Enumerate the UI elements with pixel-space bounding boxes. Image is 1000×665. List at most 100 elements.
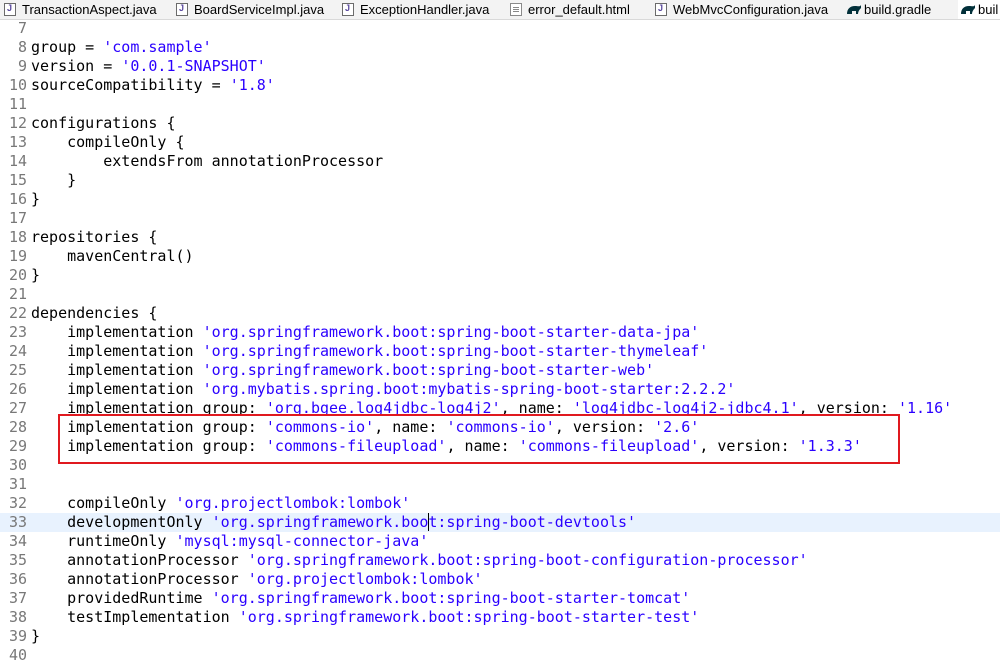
code-line[interactable]: 39} xyxy=(0,627,1000,646)
code-text: sourceCompatibility = '1.8' xyxy=(31,76,275,95)
tab-build-gradle-active[interactable]: buil xyxy=(958,0,1000,19)
code-line[interactable]: 23 implementation 'org.springframework.b… xyxy=(0,323,1000,342)
code-line[interactable]: 37 providedRuntime 'org.springframework.… xyxy=(0,589,1000,608)
string-literal: 'org.springframework.boot:spring-boot-st… xyxy=(202,323,700,341)
line-number: 37 xyxy=(8,589,27,607)
html-file-icon xyxy=(510,3,522,16)
text-caret xyxy=(428,513,429,531)
string-literal: '1.8' xyxy=(229,76,275,94)
line-number: 24 xyxy=(8,342,27,360)
string-literal: 'org.projectlombok:lombok' xyxy=(175,494,411,512)
code-line[interactable]: 9 version = '0.0.1-SNAPSHOT' xyxy=(0,57,1000,76)
tab-label: BoardServiceImpl.java xyxy=(194,2,325,17)
code-text: } xyxy=(31,266,40,285)
code-text: implementation 'org.mybatis.spring.boot:… xyxy=(31,380,735,399)
line-number: 11 xyxy=(8,95,27,113)
code-line[interactable]: 22 dependencies { xyxy=(0,304,1000,323)
code-line[interactable]: 11 xyxy=(0,95,1000,114)
code-line[interactable]: 20} xyxy=(0,266,1000,285)
code-line[interactable]: 19 mavenCentral() xyxy=(0,247,1000,266)
code-text: version = '0.0.1-SNAPSHOT' xyxy=(31,57,266,76)
code-token: } xyxy=(31,171,77,189)
tab-build-gradle[interactable]: build.gradle xyxy=(846,0,931,19)
line-number: 39 xyxy=(8,627,27,645)
code-line[interactable]: 8 group = 'com.sample' xyxy=(0,38,1000,57)
code-token: mavenCentral() xyxy=(31,247,194,265)
line-number: 29 xyxy=(8,437,27,455)
tab-label: buil xyxy=(978,2,999,17)
line-number: 30 xyxy=(8,456,27,474)
line-number: 9 xyxy=(17,57,27,75)
line-number: 22 xyxy=(8,304,27,322)
code-text: configurations { xyxy=(31,114,176,133)
string-literal: 'org.mybatis.spring.boot:mybatis-spring-… xyxy=(202,380,736,398)
line-number: 28 xyxy=(8,418,27,436)
line-number: 34 xyxy=(8,532,27,550)
code-text: providedRuntime 'org.springframework.boo… xyxy=(31,589,690,608)
code-token: runtimeOnly xyxy=(31,532,176,550)
code-line[interactable]: 10 sourceCompatibility = '1.8' xyxy=(0,76,1000,95)
java-file-icon xyxy=(342,3,354,16)
code-text: repositories { xyxy=(31,228,157,247)
code-token: annotationProcessor xyxy=(31,570,248,588)
java-file-icon xyxy=(176,3,188,16)
code-text: testImplementation 'org.springframework.… xyxy=(31,608,699,627)
code-token: implementation xyxy=(31,361,203,379)
tab-transaction-aspect[interactable]: TransactionAspect.java xyxy=(4,0,157,19)
gradle-icon xyxy=(846,3,861,16)
string-literal: 'org.springframework.boot:spring-boot-st… xyxy=(211,589,691,607)
code-line[interactable]: 24 implementation 'org.springframework.b… xyxy=(0,342,1000,361)
tab-error-default-html[interactable]: error_default.html xyxy=(510,0,630,19)
code-text: group = 'com.sample' xyxy=(31,38,212,57)
code-line[interactable]: 14 extendsFrom annotationProcessor xyxy=(0,152,1000,171)
code-token: version = xyxy=(31,57,122,75)
code-token: implementation xyxy=(31,342,203,360)
tab-board-service-impl[interactable]: BoardServiceImpl.java xyxy=(176,0,324,19)
line-number: 16 xyxy=(8,190,27,208)
code-text: implementation 'org.springframework.boot… xyxy=(31,323,699,342)
code-line[interactable]: 34 runtimeOnly 'mysql:mysql-connector-ja… xyxy=(0,532,1000,551)
code-line[interactable]: 17 xyxy=(0,209,1000,228)
code-token: sourceCompatibility = xyxy=(31,76,230,94)
code-token: implementation xyxy=(31,380,203,398)
code-editor[interactable]: 7 8 group = 'com.sample' 9 version = '0.0.1-… xyxy=(0,19,1000,664)
code-line[interactable]: 21 xyxy=(0,285,1000,304)
code-line[interactable]: 7 xyxy=(0,19,1000,38)
code-line[interactable]: 40 xyxy=(0,646,1000,665)
code-line[interactable]: 25 implementation 'org.springframework.b… xyxy=(0,361,1000,380)
code-line[interactable]: 15 } xyxy=(0,171,1000,190)
string-literal: 'mysql:mysql-connector-java' xyxy=(175,532,429,550)
code-line[interactable]: 26 implementation 'org.mybatis.spring.bo… xyxy=(0,380,1000,399)
string-literal: 'org.springframework.boot:spring-boot-st… xyxy=(238,608,700,626)
code-line[interactable]: 13 compileOnly { xyxy=(0,133,1000,152)
code-line[interactable]: 35 annotationProcessor 'org.springframew… xyxy=(0,551,1000,570)
code-text: annotationProcessor 'org.springframework… xyxy=(31,551,808,570)
line-number: 40 xyxy=(8,646,27,664)
string-literal: '1.16' xyxy=(898,399,953,417)
code-token: developmentOnly xyxy=(31,513,212,531)
code-token: annotationProcessor xyxy=(31,551,248,569)
line-number: 10 xyxy=(8,76,27,94)
tab-exception-handler[interactable]: ExceptionHandler.java xyxy=(342,0,489,19)
line-number: 38 xyxy=(8,608,27,626)
code-line[interactable]: 33 developmentOnly 'org.springframework.… xyxy=(0,513,1000,532)
code-line[interactable]: 31 xyxy=(0,475,1000,494)
code-token: compileOnly { xyxy=(31,133,185,151)
code-text: extendsFrom annotationProcessor xyxy=(31,152,383,171)
line-number: 14 xyxy=(8,152,27,170)
code-line[interactable]: 16} xyxy=(0,190,1000,209)
code-line[interactable]: 12 configurations { xyxy=(0,114,1000,133)
code-line[interactable]: 18 repositories { xyxy=(0,228,1000,247)
tab-web-mvc-configuration[interactable]: WebMvcConfiguration.java xyxy=(655,0,828,19)
code-token: group = xyxy=(31,38,104,56)
code-text: compileOnly { xyxy=(31,133,185,152)
java-file-icon xyxy=(655,3,667,16)
string-literal: 'com.sample' xyxy=(103,38,212,56)
code-line[interactable]: 36 annotationProcessor 'org.projectlombo… xyxy=(0,570,1000,589)
code-text: implementation 'org.springframework.boot… xyxy=(31,342,708,361)
line-number: 32 xyxy=(8,494,27,512)
line-number: 31 xyxy=(8,475,27,493)
code-line[interactable]: 32 compileOnly 'org.projectlombok:lombok… xyxy=(0,494,1000,513)
code-line[interactable]: 38 testImplementation 'org.springframewo… xyxy=(0,608,1000,627)
highlight-box xyxy=(58,414,900,464)
